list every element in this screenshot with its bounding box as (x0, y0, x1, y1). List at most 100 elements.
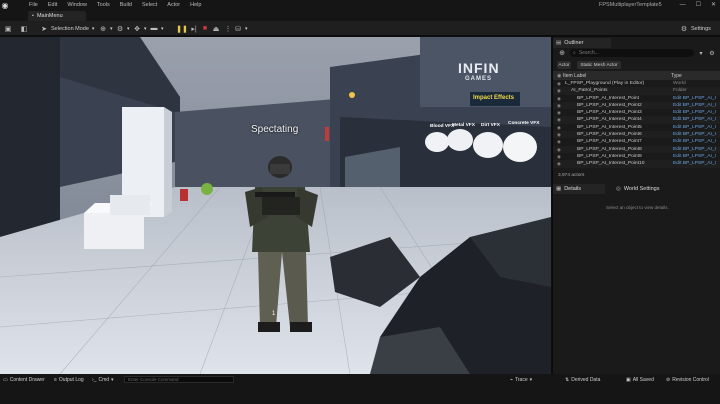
save-status-icon: ▣ (626, 377, 631, 383)
outliner-row[interactable]: ◉ BP_LPSP_AI_Interest_Point Edit BP_LPSP_A… (553, 95, 720, 102)
edit-blueprint-link[interactable]: Edit BP_LPSP_AI_I (673, 102, 716, 109)
film-icon: ▬ (150, 25, 158, 32)
col-item-label[interactable]: Item Label (563, 73, 586, 79)
outliner-row[interactable]: ◉ AI_Patrol_Points Folder (553, 87, 720, 95)
settings-button[interactable]: ⚙ Settings (680, 21, 711, 36)
visibility-eye-icon[interactable]: ◉ (557, 131, 561, 138)
cmd-selector[interactable]: ›_ Cmd ▾ (92, 376, 114, 384)
filter-icon[interactable]: ▾ (697, 49, 705, 57)
visibility-eye-icon[interactable]: ◉ (557, 116, 561, 123)
menu-tools[interactable]: Tools (92, 0, 115, 10)
add-filter-icon[interactable]: ⊕ (558, 49, 566, 57)
visibility-eye-icon[interactable]: ◉ (557, 138, 561, 145)
menu-build[interactable]: Build (115, 0, 137, 10)
tab-world-settings[interactable]: ◎ World Settings (613, 184, 677, 194)
outliner-row[interactable]: ◉ BP_LPSP_AI_Interest_Point7 Edit BP_LPSP_… (553, 138, 720, 145)
menu-help[interactable]: Help (185, 0, 206, 10)
revision-control-button[interactable]: ⊘ Revision Control (666, 376, 709, 384)
menu-window[interactable]: Window (62, 0, 92, 10)
cinematics-button[interactable]: ✥ ▾ (133, 21, 146, 36)
outliner-tree: ◉ L_FPSP_Playground (Play in Editor) World… (553, 80, 720, 168)
chevron-down-icon: ▾ (111, 377, 114, 383)
pause-button[interactable]: ❚❚ (176, 21, 188, 36)
content-drawer-button[interactable]: ▭ Content Drawer (3, 376, 45, 384)
all-saved-button[interactable]: ▣ All Saved (626, 376, 654, 384)
frame-skip-button[interactable]: ▸| (190, 21, 198, 36)
main-menu: File Edit Window Tools Build Select Acto… (24, 0, 206, 10)
output-log-button[interactable]: ≡ Output Log (54, 376, 84, 384)
outliner-row[interactable]: ◉ BP_LPSP_AI_Interest_Point4 Edit BP_LPSP_… (553, 116, 720, 124)
save-button[interactable]: ▣ (4, 21, 12, 36)
stop-button[interactable]: ■ (201, 21, 209, 36)
outliner-search-input[interactable]: ⌕ Search... (570, 49, 694, 57)
details-icon: ▦ (556, 186, 562, 192)
console-input[interactable]: Enter Console Command (124, 376, 234, 383)
visibility-column-icon[interactable]: ◉ (557, 73, 561, 79)
world-settings-tab-label: World Settings (623, 186, 660, 192)
col-type[interactable]: Type (671, 73, 682, 79)
menu-select[interactable]: Select (137, 0, 162, 10)
outliner-column-header: ◉ Item Label Type (553, 71, 720, 80)
derived-data-button[interactable]: ⇅ Derived Data (565, 376, 600, 384)
edit-blueprint-link[interactable]: Edit BP_LPSP_AI_I (673, 153, 716, 160)
level-viewport[interactable]: INFIN GAMES Impact Effects Blood VFX Met… (0, 37, 551, 374)
trace-icon: ⌁ (510, 377, 514, 383)
edit-blueprint-link[interactable]: Edit BP_LPSP_AI_I (673, 116, 716, 123)
outliner-row[interactable]: ◉ BP_LPSP_AI_Interest_Point3 Edit BP_LPSP_… (553, 109, 720, 116)
eject-button[interactable]: ⏏ (212, 21, 220, 36)
maximize-button[interactable]: ☐ (696, 0, 701, 10)
minimize-button[interactable]: — (680, 0, 686, 10)
visibility-eye-icon[interactable]: ◉ (557, 153, 561, 160)
outliner-row[interactable]: ◉ BP_LPSP_AI_Interest_Point2 Edit BP_LPSP_… (553, 101, 720, 110)
edit-blueprint-link[interactable]: Edit BP_LPSP_AI_I (673, 131, 716, 138)
outliner-row[interactable]: ◉ BP_LPSP_AI_Interest_Point10 Edit BP_LPSP… (553, 160, 720, 168)
log-icon: ≡ (54, 377, 57, 383)
edit-blueprint-link[interactable]: Edit BP_LPSP_AI_I (673, 109, 716, 116)
outliner-row[interactable]: ◉ BP_LPSP_AI_Interest_Point5 Edit BP_LPSP_… (553, 124, 720, 131)
outliner-item-label: BP_LPSP_AI_Interest_Point10 (577, 161, 645, 167)
unreal-logo-icon[interactable]: ◉ (0, 0, 10, 10)
edit-blueprint-link[interactable]: Edit BP_LPSP_AI_I (673, 95, 716, 102)
crosshair-marker: 1 (272, 311, 276, 317)
edit-blueprint-link[interactable]: Edit BP_LPSP_AI_I (673, 146, 716, 153)
play-options-button[interactable]: ⋮ (224, 21, 232, 36)
visibility-eye-icon[interactable]: ◉ (557, 109, 561, 116)
outliner-row[interactable]: ◉ BP_LPSP_AI_Interest_Point9 Edit BP_LPSP_… (553, 153, 720, 160)
visibility-eye-icon[interactable]: ◉ (557, 87, 561, 94)
filter-actor-button[interactable]: Actor (557, 61, 571, 69)
trace-button[interactable]: ⌁ Trace ▾ (510, 376, 532, 384)
blueprint-button[interactable]: ⚙ ▾ (116, 21, 130, 36)
tab-details[interactable]: ▦ Details (553, 184, 605, 194)
visibility-eye-icon[interactable]: ◉ (557, 102, 561, 109)
platforms-button[interactable]: ⛁ ▾ (234, 21, 248, 36)
visibility-eye-icon[interactable]: ◉ (557, 160, 561, 167)
outliner-row[interactable]: ◉ L_FPSP_Playground (Play in Editor) World (553, 80, 720, 87)
mode-selector[interactable]: ➤ Selection Mode ▾ (40, 21, 94, 36)
outliner-item-label: BP_LPSP_AI_Interest_Point8 (577, 146, 642, 152)
tab-mainmenu[interactable]: ▪ MainMenu (28, 11, 86, 21)
edit-blueprint-link[interactable]: Edit BP_LPSP_AI_I (673, 124, 716, 131)
place-actor-button[interactable]: ◧ (20, 21, 28, 36)
tab-outliner[interactable]: ▤ Outliner (553, 38, 611, 48)
save-icon: ▣ (4, 25, 12, 33)
menu-file[interactable]: File (24, 0, 43, 10)
world-icon: ◎ (616, 186, 621, 192)
filter-static-mesh-button[interactable]: Static Mesh Actor (577, 61, 621, 69)
build-button[interactable]: ▬ ▾ (150, 21, 164, 36)
status-bar: ▭ Content Drawer ≡ Output Log ›_ Cmd ▾ ⌁… (0, 374, 720, 404)
outliner-row[interactable]: ◉ BP_LPSP_AI_Interest_Point6 Edit BP_LPSP_… (553, 131, 720, 139)
visibility-eye-icon[interactable]: ◉ (557, 146, 561, 153)
close-button[interactable]: ✕ (711, 0, 716, 10)
menu-edit[interactable]: Edit (43, 0, 62, 10)
outliner-row[interactable]: ◉ BP_LPSP_AI_Interest_Point8 Edit BP_LPSP_… (553, 145, 720, 153)
visibility-eye-icon[interactable]: ◉ (557, 124, 561, 131)
settings-gear-icon[interactable]: ⚙ (708, 49, 716, 57)
chevron-down-icon: ▾ (91, 25, 95, 32)
edit-blueprint-link[interactable]: Edit BP_LPSP_AI_I (673, 160, 716, 167)
add-content-button[interactable]: ⊕ ▾ (99, 21, 112, 36)
menu-actor[interactable]: Actor (162, 0, 185, 10)
edit-blueprint-link[interactable]: Edit BP_LPSP_AI_I (673, 138, 716, 145)
chevron-down-icon: ▾ (245, 25, 248, 32)
visibility-eye-icon[interactable]: ◉ (557, 95, 561, 102)
visibility-eye-icon[interactable]: ◉ (557, 80, 561, 87)
